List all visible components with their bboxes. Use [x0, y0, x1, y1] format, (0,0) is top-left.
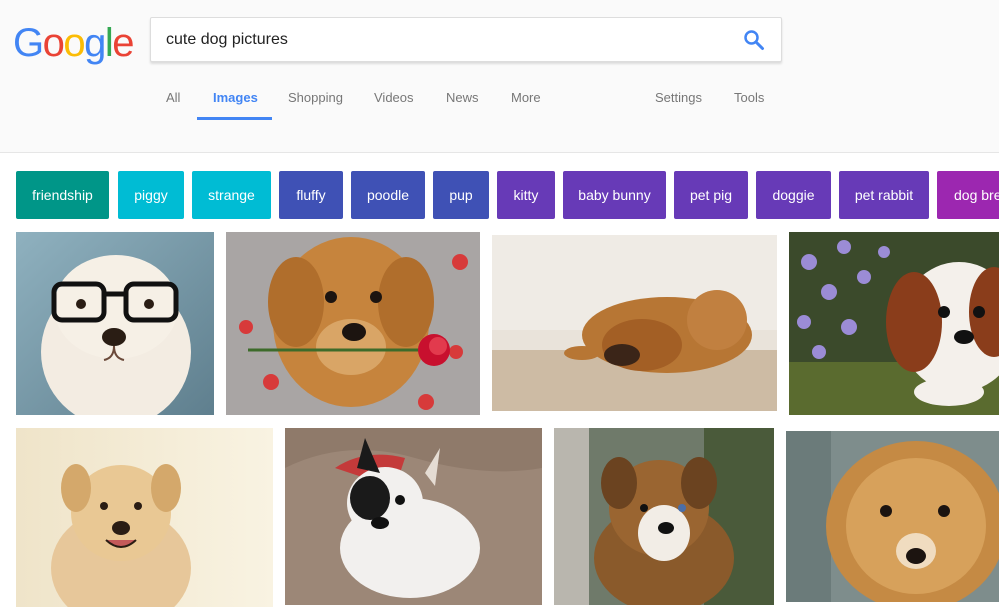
logo-letter: o [63, 21, 85, 65]
image-result[interactable] [492, 235, 777, 411]
image-result[interactable] [554, 428, 774, 605]
header: Google cute dog pictures All Images Shop… [0, 0, 999, 153]
chip-doggie[interactable]: doggie [756, 171, 831, 219]
chip-pet-rabbit[interactable]: pet rabbit [839, 171, 929, 219]
chip-pup[interactable]: pup [433, 171, 489, 219]
dog-with-rose-image [226, 232, 480, 415]
tab-images[interactable]: Images [213, 90, 258, 105]
chip-poodle[interactable]: poodle [351, 171, 425, 219]
active-tab-indicator [197, 117, 272, 120]
image-result[interactable] [16, 428, 273, 607]
image-result[interactable] [16, 232, 214, 415]
dog-with-glasses-image [16, 232, 214, 415]
chip-piggy[interactable]: piggy [118, 171, 184, 219]
search-input[interactable]: cute dog pictures [150, 17, 782, 62]
search-icon [744, 30, 764, 50]
image-result[interactable] [226, 232, 480, 415]
smiling-puppy-image [16, 428, 273, 607]
spaniel-in-flowers-image [789, 232, 999, 415]
tab-shopping[interactable]: Shopping [288, 90, 343, 105]
chip-pet-pig[interactable]: pet pig [674, 171, 748, 219]
chip-kitty[interactable]: kitty [497, 171, 555, 219]
related-search-chips: friendship piggy strange fluffy poodle p… [16, 171, 999, 219]
image-result[interactable] [786, 431, 999, 602]
french-bulldog-image [285, 428, 542, 605]
chip-strange[interactable]: strange [192, 171, 271, 219]
logo-letter: g [84, 21, 106, 65]
settings-link[interactable]: Settings [655, 90, 702, 105]
chip-friendship[interactable]: friendship [16, 171, 109, 219]
tab-all[interactable]: All [166, 90, 180, 105]
search-query[interactable]: cute dog pictures [166, 31, 288, 49]
search-button[interactable] [743, 29, 765, 51]
fluffy-dog-face-image [786, 431, 999, 602]
chip-dog-breeds[interactable]: dog bre [937, 171, 999, 219]
search-tabs: All Images Shopping Videos News More Set… [0, 80, 999, 120]
logo-letter: e [112, 21, 134, 65]
tab-more[interactable]: More [511, 90, 541, 105]
google-logo[interactable]: Google [13, 19, 134, 67]
logo-letter: l [104, 21, 114, 65]
image-result[interactable] [285, 428, 542, 605]
brown-white-puppy-image [554, 428, 774, 605]
chip-fluffy[interactable]: fluffy [279, 171, 343, 219]
logo-letter: G [13, 21, 44, 65]
tools-link[interactable]: Tools [734, 90, 764, 105]
logo-letter: o [42, 21, 65, 65]
sleeping-puppy-image [492, 235, 777, 411]
chip-baby-bunny[interactable]: baby bunny [563, 171, 666, 219]
image-result[interactable] [789, 232, 999, 415]
tab-news[interactable]: News [446, 90, 479, 105]
tab-videos[interactable]: Videos [374, 90, 414, 105]
